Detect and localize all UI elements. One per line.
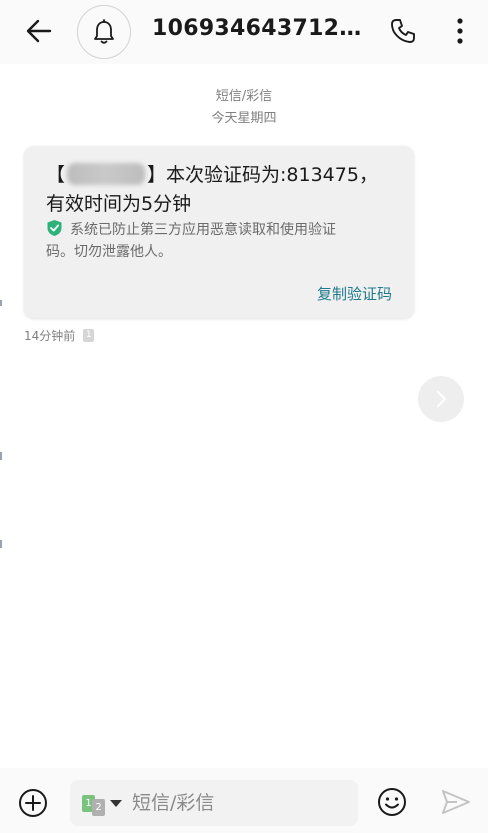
message-time: 14分钟前 bbox=[24, 329, 76, 343]
caret-down-icon bbox=[110, 799, 122, 807]
chevron-right-icon bbox=[436, 390, 447, 408]
emoji-icon[interactable] bbox=[377, 787, 407, 817]
message-text-line1: 【 】本次验证码为:813475， bbox=[46, 160, 378, 187]
conversation-date-label: 今天星期四 bbox=[211, 111, 277, 126]
redacted-sender-name bbox=[67, 163, 146, 185]
more-options-button[interactable] bbox=[446, 14, 474, 48]
sim-card-icon: 1 bbox=[83, 329, 95, 342]
edge-artifact bbox=[0, 452, 2, 460]
bell-icon bbox=[94, 19, 114, 44]
send-icon[interactable] bbox=[441, 789, 471, 815]
sim2-icon: 2 bbox=[92, 798, 105, 816]
call-button[interactable] bbox=[386, 14, 420, 48]
message-input[interactable] bbox=[132, 790, 342, 816]
message-input-container: 1 2 bbox=[70, 780, 358, 826]
security-notice-line2: 码。切勿泄露他人。 bbox=[46, 244, 172, 260]
shield-icon bbox=[47, 220, 62, 236]
conversation-type-label: 短信/彩信 bbox=[215, 89, 273, 104]
back-button[interactable] bbox=[22, 14, 56, 48]
bracket-open: 【 bbox=[46, 164, 66, 186]
sender-number: 10693464371275... bbox=[152, 16, 372, 41]
sim-badge-number: 1 bbox=[85, 330, 92, 340]
copy-code-button[interactable]: 复制验证码 bbox=[317, 283, 392, 304]
security-notice-line1: 系统已防止第三方应用恶意读取和使用验证 bbox=[70, 222, 336, 238]
message-meta: 14分钟前 1 bbox=[24, 327, 95, 344]
more-vertical-icon bbox=[457, 18, 463, 44]
edge-artifact bbox=[0, 300, 2, 306]
add-circle-icon[interactable] bbox=[18, 788, 48, 818]
arrow-left-icon bbox=[26, 19, 52, 43]
forward-button[interactable] bbox=[418, 376, 464, 422]
phone-icon bbox=[391, 19, 415, 43]
message-text-line2: 有效时间为5分钟 bbox=[46, 193, 192, 215]
sim-selector[interactable]: 1 2 bbox=[82, 790, 122, 816]
message-bubble[interactable]: 【 】本次验证码为:813475， 有效时间为5分钟 系统已防止第三方应用恶意读取… bbox=[24, 146, 414, 318]
message-composer: 1 2 bbox=[0, 768, 488, 833]
verification-code-text: 】本次验证码为:813475， bbox=[147, 164, 378, 186]
top-bar: 10693464371275... bbox=[0, 0, 488, 64]
edge-artifact bbox=[0, 540, 2, 548]
notification-toggle-button[interactable] bbox=[77, 5, 131, 59]
